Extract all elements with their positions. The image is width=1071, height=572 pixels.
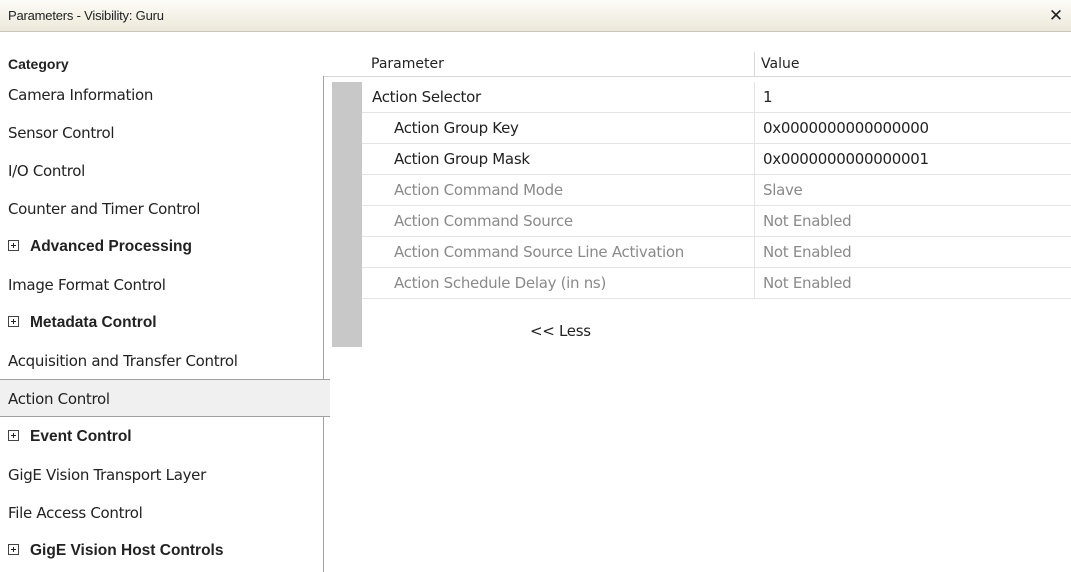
category-label: GigE Vision Transport Layer: [8, 466, 206, 484]
parameter-value[interactable]: 0x0000000000000001: [763, 144, 929, 175]
expand-icon[interactable]: [8, 429, 19, 441]
category-item[interactable]: GigE Vision Transport Layer: [0, 456, 324, 494]
parameter-name: Action Group Mask: [394, 150, 530, 168]
category-item[interactable]: Advanced Processing: [0, 228, 324, 266]
category-item[interactable]: GigE Vision Host Controls: [0, 532, 324, 570]
expand-icon[interactable]: [8, 239, 19, 251]
category-label: I/O Control: [8, 162, 85, 180]
parameter-row[interactable]: Action Command Source Not Enabled: [362, 206, 1071, 237]
column-headers: Category Parameter Value: [0, 52, 1071, 77]
category-label: Counter and Timer Control: [8, 200, 201, 218]
category-label: Event Control: [30, 428, 132, 445]
parameter-value: Not Enabled: [763, 243, 852, 261]
parameter-value[interactable]: 1: [763, 82, 773, 113]
parameter-row[interactable]: Action Selector 1: [362, 82, 1071, 113]
close-icon[interactable]: ✕: [1045, 5, 1067, 27]
parameter-name: Action Group Key: [394, 119, 519, 137]
category-label: Metadata Control: [30, 314, 157, 331]
column-divider: [754, 206, 755, 237]
parameter-name: Action Command Mode: [394, 181, 563, 199]
category-label: Sensor Control: [8, 124, 115, 142]
category-label: File Access Control: [8, 504, 143, 522]
window-title: Parameters - Visibility: Guru: [8, 8, 164, 23]
expand-icon[interactable]: [8, 315, 19, 327]
category-header: Category: [8, 56, 69, 72]
category-item[interactable]: Metadata Control: [0, 304, 324, 342]
column-divider: [754, 82, 755, 113]
category-label: GigE Vision Host Controls: [30, 542, 224, 559]
column-divider: [754, 268, 755, 299]
parameter-header[interactable]: Parameter: [371, 52, 444, 76]
parameter-value: Not Enabled: [763, 274, 852, 292]
parameter-value[interactable]: 0x0000000000000000: [763, 113, 929, 144]
parameter-value: Slave: [763, 181, 803, 199]
header-divider[interactable]: [754, 52, 755, 76]
parameter-name: Action Schedule Delay (in ns): [394, 274, 606, 292]
category-label: Image Format Control: [8, 276, 166, 294]
less-link[interactable]: << Less: [530, 322, 591, 340]
category-item[interactable]: Sensor Control: [0, 114, 324, 152]
category-label: Advanced Processing: [30, 238, 192, 255]
parameter-row[interactable]: Action Command Mode Slave: [362, 175, 1071, 206]
parameter-row[interactable]: Action Group Mask 0x0000000000000001: [362, 144, 1071, 175]
category-item[interactable]: Counter and Timer Control: [0, 190, 324, 228]
parameter-name: Action Command Source: [394, 212, 573, 230]
parameter-row[interactable]: Action Schedule Delay (in ns) Not Enabled: [362, 268, 1071, 299]
column-divider: [754, 237, 755, 268]
parameter-row[interactable]: Action Command Source Line Activation Not…: [362, 237, 1071, 268]
category-item[interactable]: Acquisition and Transfer Control: [0, 342, 324, 380]
parameter-value: Not Enabled: [763, 212, 852, 230]
category-list[interactable]: Camera Information Sensor Control I/O Cont…: [0, 76, 330, 572]
category-item[interactable]: I/O Control: [0, 152, 324, 190]
column-divider: [754, 144, 755, 175]
category-item[interactable]: File Access Control: [0, 494, 324, 532]
category-item[interactable]: Action Control: [0, 379, 330, 417]
parameter-name: Action Selector: [372, 88, 481, 106]
category-label: Camera Information: [8, 86, 154, 104]
column-divider: [754, 175, 755, 206]
category-item[interactable]: Event Control: [0, 418, 324, 456]
column-divider: [754, 113, 755, 144]
row-gutter: [332, 82, 362, 347]
category-item[interactable]: Image Format Control: [0, 266, 324, 304]
category-label: Action Control: [8, 390, 110, 408]
parameter-row[interactable]: Action Group Key 0x0000000000000000: [362, 113, 1071, 144]
expand-icon[interactable]: [8, 543, 19, 555]
parameter-name: Action Command Source Line Activation: [394, 243, 684, 261]
category-label: Acquisition and Transfer Control: [8, 352, 238, 370]
value-header[interactable]: Value: [761, 52, 799, 76]
category-item[interactable]: Camera Information: [0, 76, 324, 114]
title-bar: Parameters - Visibility: Guru ✕: [0, 0, 1071, 32]
